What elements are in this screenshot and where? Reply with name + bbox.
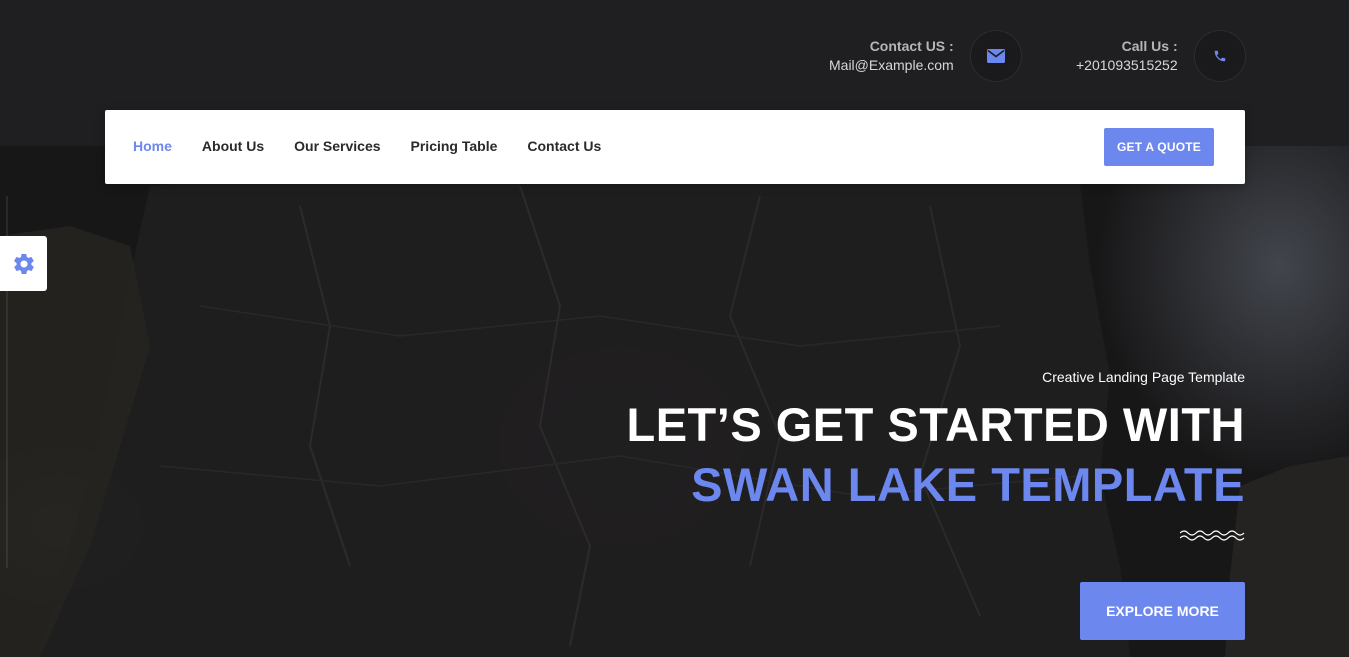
nav-item-contact-us[interactable]: Contact Us [527,137,601,155]
contact-email-block: Contact US : Mail@Example.com [829,30,1022,82]
hero-headline-line1: LET’S GET STARTED WITH [626,398,1245,451]
settings-toggle[interactable] [0,236,47,291]
landing-page: Contact US : Mail@Example.com Call Us : … [0,0,1349,657]
contact-phone-value[interactable]: +201093515252 [1076,56,1178,75]
main-navigation: Home About Us Our Services Pricing Table… [105,110,1245,184]
hero-headline-line2: SWAN LAKE TEMPLATE [691,458,1245,511]
contact-phone-label: Call Us : [1121,38,1178,54]
explore-more-button[interactable]: EXPLORE MORE [1080,582,1245,640]
contact-phone-block: Call Us : +201093515252 [1076,30,1246,82]
contact-email-value[interactable]: Mail@Example.com [829,56,954,75]
hero-subtitle: Creative Landing Page Template [1042,369,1245,385]
gear-icon [13,253,34,274]
nav-item-about-us[interactable]: About Us [202,137,264,155]
envelope-icon[interactable] [969,30,1022,82]
contact-phone-text: Call Us : +201093515252 [1076,37,1178,75]
phone-icon[interactable] [1193,30,1246,82]
nav-item-pricing-table[interactable]: Pricing Table [411,137,498,155]
wave-divider-icon [1180,530,1245,541]
contact-email-text: Contact US : Mail@Example.com [829,37,954,75]
contact-email-label: Contact US : [869,38,954,54]
get-a-quote-button[interactable]: GET A QUOTE [1104,128,1214,166]
nav-menu: Home About Us Our Services Pricing Table… [133,137,631,155]
nav-item-our-services[interactable]: Our Services [294,137,380,155]
nav-item-home[interactable]: Home [133,137,172,155]
